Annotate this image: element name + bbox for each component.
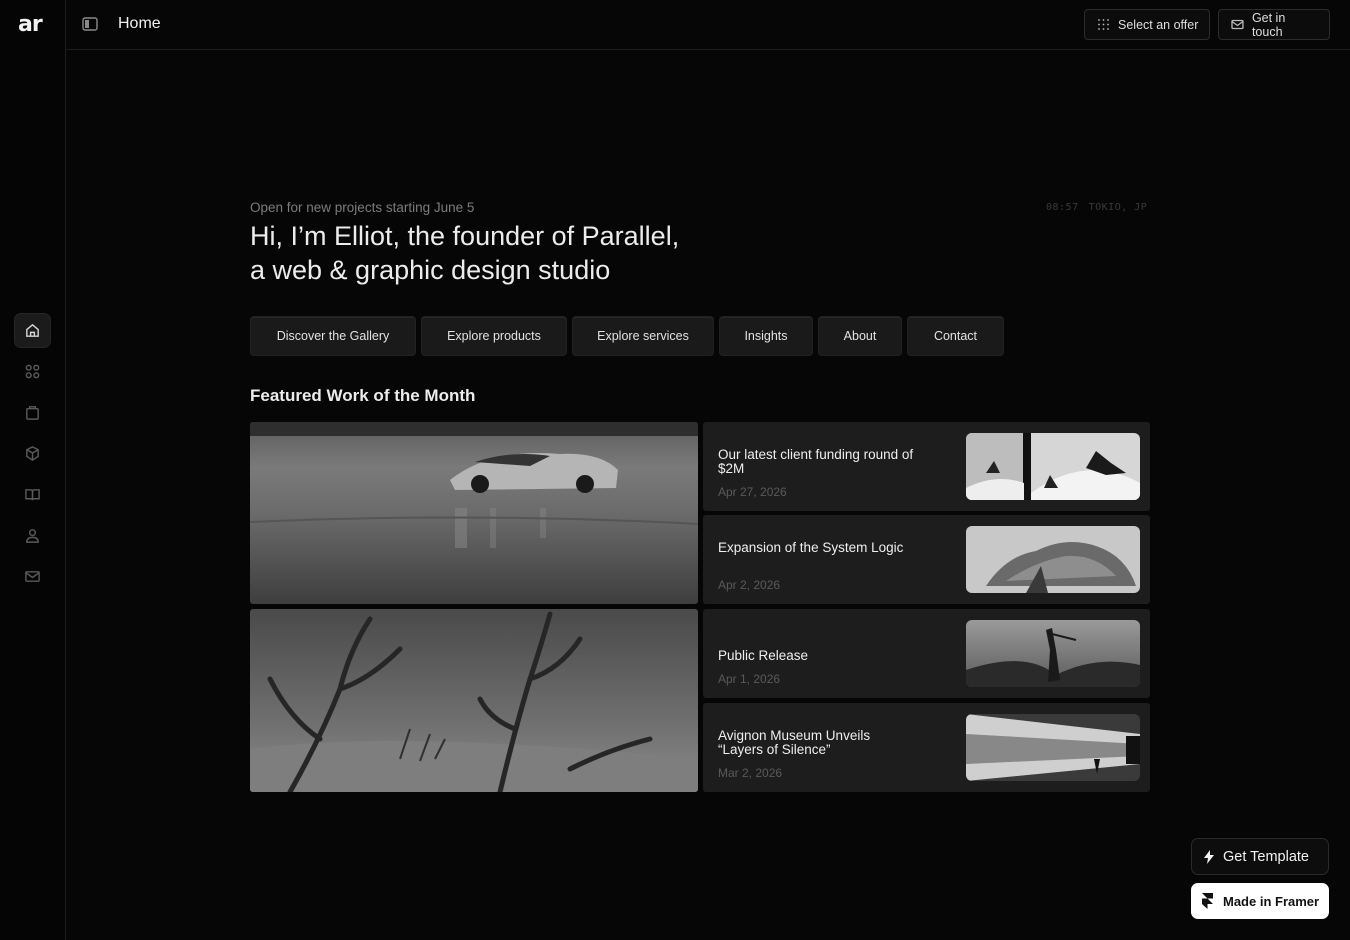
tunnel-image — [966, 714, 1140, 781]
tree-image — [966, 526, 1140, 593]
race-car-image — [250, 422, 698, 604]
box-icon — [26, 446, 39, 461]
made-in-framer-label: Made in Framer — [1223, 893, 1320, 909]
get-template-button[interactable]: Get Template — [1191, 838, 1329, 875]
card-title: Expansion of the System Logic — [718, 540, 904, 555]
sidebar-item-products[interactable] — [14, 395, 51, 430]
sidebar-nav — [14, 313, 51, 600]
sidebar-item-insights[interactable] — [14, 477, 51, 512]
headline-line-2: a web & graphic design studio — [250, 255, 611, 285]
card-title: Avignon Museum Unveils “Layers of Silenc… — [718, 728, 871, 757]
get-in-touch-label: Get in touch — [1251, 10, 1286, 39]
sidebar-item-about[interactable] — [14, 518, 51, 553]
select-offer-label: Select an offer — [1118, 17, 1199, 32]
card-thumbnail — [966, 714, 1140, 781]
mail-icon — [25, 571, 40, 582]
made-in-framer-badge[interactable]: Made in Framer — [1191, 883, 1329, 919]
dead-trees-image — [250, 609, 698, 792]
home-icon — [26, 323, 39, 337]
grid-dots-icon — [1098, 19, 1109, 30]
sidebar-item-contact[interactable] — [14, 559, 51, 594]
discover-gallery-button[interactable]: Discover the Gallery — [250, 316, 416, 356]
user-icon — [26, 529, 39, 543]
headline-line-1: Hi, I’m Elliot, the founder of Parallel, — [250, 221, 680, 251]
featured-card-museum[interactable]: Avignon Museum Unveils “Layers of Silenc… — [703, 703, 1150, 792]
explore-services-button[interactable]: Explore services — [572, 316, 714, 356]
card-title: Our latest client funding round of $2M — [718, 447, 914, 476]
nav-pills: Discover the Gallery Explore products Ex… — [250, 316, 1004, 356]
featured-card-funding[interactable]: Our latest client funding round of $2M A… — [703, 422, 1150, 511]
card-date: Apr 2, 2026 — [718, 578, 781, 592]
card-thumbnail — [966, 526, 1140, 593]
select-offer-button[interactable]: Select an offer — [1084, 9, 1210, 40]
sidebar-toggle-icon — [82, 17, 98, 31]
card-date: Mar 2, 2026 — [718, 766, 783, 780]
availability-text: Open for new projects starting June 5 — [250, 200, 475, 215]
local-time: 08:57 TOKIO, JP — [1046, 202, 1147, 213]
card-thumbnail — [966, 620, 1140, 687]
time-value: 08:57 — [1046, 202, 1079, 213]
explore-products-button[interactable]: Explore products — [421, 316, 567, 356]
gallery-icon — [25, 364, 40, 379]
lightning-icon — [1204, 849, 1214, 864]
card-title: Public Release — [718, 648, 809, 663]
logo[interactable]: ar — [18, 12, 43, 37]
sidebar-item-services[interactable] — [14, 436, 51, 471]
featured-card-expansion[interactable]: Expansion of the System Logic Apr 2, 202… — [703, 515, 1150, 604]
about-button[interactable]: About — [818, 316, 902, 356]
contact-button[interactable]: Contact — [907, 316, 1004, 356]
featured-section-title: Featured Work of the Month — [250, 386, 476, 405]
top-bar: Home Select an offer Get in touch — [66, 0, 1350, 50]
get-in-touch-button[interactable]: Get in touch — [1218, 9, 1330, 40]
bag-icon — [26, 406, 39, 420]
card-thumbnail — [966, 433, 1140, 500]
page-title: Home — [118, 15, 161, 32]
location-value: TOKIO, JP — [1088, 202, 1148, 213]
dancer-image — [966, 620, 1140, 687]
featured-photo-dead-trees[interactable] — [250, 609, 698, 792]
sidebar-item-gallery[interactable] — [14, 354, 51, 389]
sidebar-item-home[interactable] — [14, 313, 51, 348]
sidebar-toggle-button[interactable] — [82, 17, 98, 31]
featured-card-release[interactable]: Public Release Apr 1, 2026 — [703, 609, 1150, 698]
skiers-image — [966, 433, 1140, 500]
mail-icon — [1231, 19, 1244, 30]
card-date: Apr 27, 2026 — [718, 485, 787, 499]
framer-logo-icon — [1202, 893, 1213, 909]
hero-headline: Hi, I’m Elliot, the founder of Parallel,… — [250, 219, 810, 287]
get-template-label: Get Template — [1223, 848, 1309, 865]
book-icon — [25, 489, 40, 501]
featured-photo-race-car[interactable] — [250, 422, 698, 604]
card-date: Apr 1, 2026 — [718, 672, 781, 686]
insights-button[interactable]: Insights — [719, 316, 813, 356]
sidebar: ar — [0, 0, 66, 940]
